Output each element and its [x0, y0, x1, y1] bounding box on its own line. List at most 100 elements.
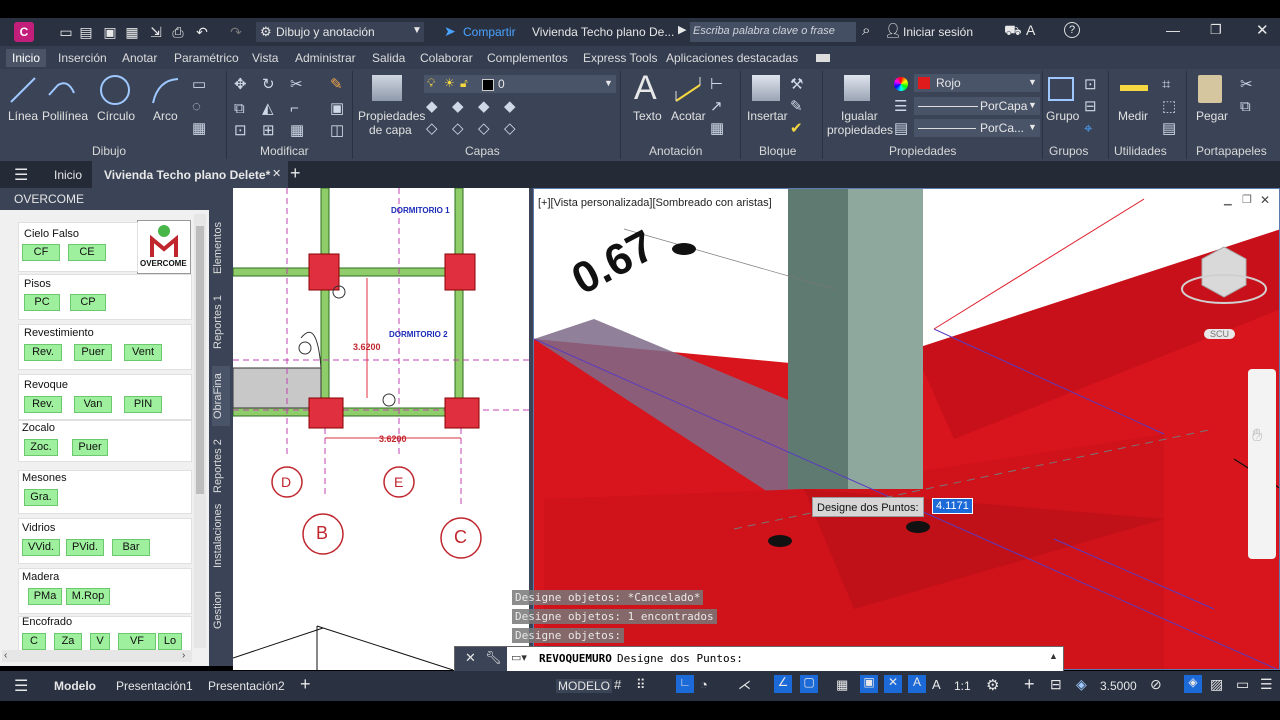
vtab-gestion[interactable]: Gestion — [212, 586, 230, 634]
viewport-close-icon[interactable]: ✕ — [1260, 193, 1270, 207]
save-icon[interactable]: ▣ — [102, 24, 118, 40]
palette-button[interactable]: Rev. — [24, 396, 62, 413]
palette-button[interactable]: Puer — [74, 344, 112, 361]
saveas-icon[interactable]: ▦ — [124, 24, 140, 40]
transparency-icon[interactable]: ▣ — [860, 675, 878, 693]
hamburger-icon[interactable]: ☰ — [14, 165, 28, 185]
leader-icon[interactable]: ↗ — [710, 99, 723, 115]
attribute-icon[interactable]: ✔ — [790, 121, 803, 137]
tab-complementos[interactable]: Complementos — [487, 51, 568, 65]
app-icon[interactable]: C — [14, 22, 34, 42]
arc-button[interactable]: Arco — [153, 109, 178, 123]
palette-button[interactable]: CF — [22, 244, 60, 261]
group-select-icon[interactable]: ⌖ — [1084, 121, 1092, 137]
palette-button[interactable]: Van — [74, 396, 112, 413]
close-command-icon[interactable]: ✕ — [465, 650, 476, 666]
horizontal-scrollbar[interactable]: ‹ › — [2, 650, 192, 662]
match-properties-button-line2[interactable]: propiedades — [827, 123, 893, 137]
tab-salida[interactable]: Salida — [372, 51, 405, 65]
search-input[interactable]: Escriba palabra clave o frase — [690, 22, 856, 42]
redo-icon[interactable]: ↷ — [228, 24, 244, 40]
palette-button[interactable]: Gra. — [24, 489, 58, 506]
tab-modelo[interactable]: Modelo — [54, 679, 96, 693]
erase-icon[interactable]: ✎ — [330, 77, 343, 93]
ortho-icon[interactable]: ∟ — [676, 675, 694, 693]
tab-presentacion2[interactable]: Presentación2 — [208, 679, 285, 693]
tab-presentacion1[interactable]: Presentación1 — [116, 679, 193, 693]
close-tab-icon[interactable]: ✕ — [272, 167, 281, 180]
isodraft-icon[interactable]: ⋌ — [738, 677, 751, 693]
layer-tool-icon-2[interactable]: ◆ — [452, 99, 464, 115]
status-menu-icon[interactable]: ☰ — [1260, 676, 1273, 693]
text-button[interactable]: Texto — [633, 109, 662, 123]
chevron-right-icon[interactable]: ▶ — [678, 23, 686, 36]
rotate-icon[interactable]: ↻ — [262, 77, 275, 93]
rectangle-icon[interactable]: ▭ — [192, 77, 206, 93]
snap-icon[interactable]: ⠿ — [636, 677, 646, 693]
measure-icon[interactable] — [1120, 85, 1148, 91]
layer-tool-icon-4[interactable]: ◆ — [504, 99, 516, 115]
circle-button[interactable]: Círculo — [97, 109, 135, 123]
palette-button[interactable]: PC — [24, 294, 60, 311]
linetype-dropdown[interactable]: PorCapa ▼ — [914, 97, 1040, 115]
viewport-minimize-icon[interactable]: ▁ — [1224, 195, 1232, 206]
palette-button[interactable]: Vent — [124, 344, 162, 361]
hardware-accel-icon[interactable]: ⊘ — [1150, 676, 1162, 693]
signin-button[interactable]: Iniciar sesión — [903, 25, 973, 39]
viewport-label[interactable]: [+][Vista personalizada][Sombreado con a… — [538, 197, 772, 209]
region-icon[interactable]: ▦ — [192, 121, 206, 137]
measure-button[interactable]: Medir — [1118, 109, 1148, 123]
edit-block-icon[interactable]: ✎ — [790, 99, 803, 115]
help-icon[interactable]: ? — [1064, 22, 1080, 38]
add-icon[interactable]: + — [1024, 674, 1035, 695]
add-layout-icon[interactable]: + — [300, 674, 311, 695]
fillet-icon[interactable]: ⌐ — [290, 101, 299, 117]
palette-button[interactable]: C — [22, 633, 46, 650]
annotation-scale[interactable]: 1:1 — [954, 679, 971, 693]
share-icon[interactable]: ➤ — [444, 23, 456, 40]
panel-title-dibujo[interactable]: Dibujo — [92, 144, 126, 158]
new-icon[interactable]: ▭ — [58, 24, 74, 40]
annotation-scale-icon[interactable]: A — [932, 677, 941, 692]
tab-inicio[interactable]: Inicio — [6, 49, 47, 67]
panel-title-modificar[interactable]: Modificar — [260, 144, 309, 158]
layer-tool-icon-1[interactable]: ◆ — [426, 99, 438, 115]
vtab-reportes-1[interactable]: Reportes 1 — [212, 292, 230, 352]
fullscreen-icon[interactable]: ▭ — [1236, 676, 1249, 693]
panel-title-utilidades[interactable]: Utilidades — [1114, 144, 1167, 158]
match-properties-icon[interactable] — [844, 75, 870, 101]
polyline-button[interactable]: Polilínea — [42, 109, 88, 123]
viewport-2d-plan[interactable]: DORMITORIO 1 DORMITORIO 2 3.6200 3.6200 … — [233, 188, 529, 670]
palette-button[interactable]: VVid. — [22, 539, 60, 556]
array-icon[interactable]: ▦ — [290, 123, 304, 139]
group-button[interactable]: Grupo — [1046, 109, 1079, 123]
trim-icon[interactable]: ✂ — [290, 77, 303, 93]
layer-properties-button-line2[interactable]: de capa — [369, 123, 412, 137]
layer-tool-icon-7[interactable]: ◇ — [478, 121, 490, 137]
layer-tool-icon-6[interactable]: ◇ — [452, 121, 464, 137]
palette-button[interactable]: Zoc. — [24, 439, 58, 456]
paste-icon[interactable] — [1198, 75, 1222, 103]
clean-screen-icon[interactable]: ▨ — [1210, 676, 1223, 693]
layer-properties-icon[interactable] — [372, 75, 402, 101]
ribbon-toggle-icon[interactable] — [816, 54, 830, 62]
vtab-instalaciones[interactable]: Instalaciones — [212, 500, 230, 572]
palette-button[interactable]: M.Rop — [66, 588, 110, 605]
layers-stack-icon[interactable]: ◈ — [1076, 676, 1087, 693]
line-icon[interactable] — [8, 75, 38, 105]
model-space-toggle[interactable]: MODELO — [556, 679, 613, 693]
dimension-icon[interactable] — [672, 75, 704, 105]
vertical-scrollbar[interactable] — [194, 214, 206, 648]
text-icon[interactable]: A — [634, 69, 657, 108]
dimension-button[interactable]: Acotar — [671, 109, 706, 123]
table-icon[interactable]: ▦ — [710, 121, 724, 137]
palette-button[interactable]: Bar — [112, 539, 150, 556]
palette-button[interactable]: CP — [70, 294, 106, 311]
panel-title-anotacion[interactable]: Anotación — [649, 144, 702, 158]
workspace-gear-icon[interactable]: ⚙ — [986, 676, 999, 694]
search-icon[interactable]: ⌕ — [862, 22, 870, 39]
tab-aplicaciones[interactable]: Aplicaciones destacadas — [666, 51, 798, 65]
minimize-icon[interactable]: — — [1166, 22, 1180, 38]
share-button[interactable]: Compartir — [463, 25, 516, 39]
match-properties-button[interactable]: Igualar — [841, 109, 878, 123]
